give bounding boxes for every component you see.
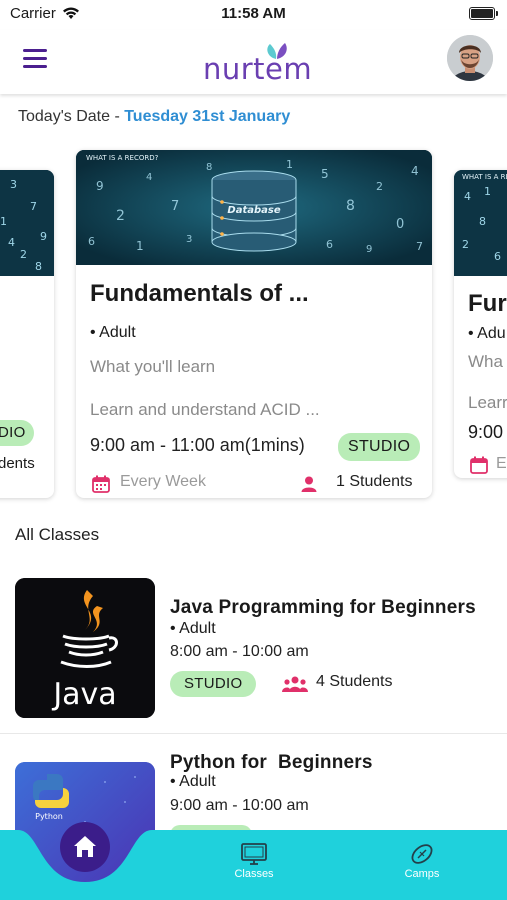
students-group-icon [282,676,308,692]
svg-text:7: 7 [171,199,179,214]
svg-text:8: 8 [479,215,486,228]
database-image: WHAT IS A RECORD? 482 6 1 [454,170,507,276]
svg-text:9: 9 [96,179,104,193]
class-frequency: E [496,455,507,472]
svg-text:5: 5 [321,167,329,181]
today-date: Today's Date - Tuesday 31st January [18,108,290,126]
class-frequency: Every Week [120,473,206,490]
logo-leaf-icon [267,43,287,59]
class-title: Java Programming for Beginners [170,597,476,618]
student-icon [301,476,317,492]
classes-monitor-icon [241,843,267,865]
class-level: • Adult [170,620,216,637]
tab-classes[interactable]: Classes [224,840,284,884]
students-count: 4 Students [316,673,393,690]
avatar-photo [447,35,493,81]
menu-button[interactable] [23,47,49,71]
class-type-chip: DIO [0,420,34,446]
svg-text:9: 9 [40,230,47,243]
card-footer: Every Week 1 Students [76,470,432,498]
svg-text:8: 8 [206,162,212,173]
learn-description: Learr [468,393,507,412]
image-badge: Database [227,205,280,216]
class-level: • Adult [90,324,136,341]
class-card-featured[interactable]: 9 2 6 4 7 1 3 5 8 2 0 6 9 4 1 7 8 WHAT IS A RECORD? [76,150,432,498]
clock: 11:58 AM [221,5,286,22]
profile-avatar[interactable] [447,35,493,81]
image-caption: WHAT IS A RECORD? [86,154,159,162]
app-header: nurtem [0,30,507,94]
svg-text:1: 1 [286,158,293,171]
database-image: 9 2 6 4 7 1 3 5 8 2 0 6 9 4 1 7 8 WHAT IS A RECORD? [76,150,432,265]
learn-heading: What you'll learn [90,357,216,376]
class-list-item[interactable]: Java Java Programming for Beginners • Ad… [0,570,507,734]
svg-text:3: 3 [10,178,17,191]
today-date-value: Tuesday 31st January [124,108,291,125]
class-time: 9:00 [468,422,504,442]
svg-text:2: 2 [462,238,469,251]
svg-text:1: 1 [0,215,7,228]
svg-text:6: 6 [494,250,501,263]
svg-text:6: 6 [88,235,95,248]
svg-text:2: 2 [116,208,125,224]
svg-text:7: 7 [416,240,423,253]
svg-text:6: 6 [326,238,333,251]
class-card-next[interactable]: WHAT IS A RECORD? 482 6 1 Fur • Adu Wha Le… [454,170,507,478]
class-time: 8:00 am - 10:00 am [170,643,309,660]
svg-text:2: 2 [376,180,383,193]
svg-text:4: 4 [464,190,471,203]
svg-text:8: 8 [35,260,42,273]
image-caption: WHAT IS A RECORD? [462,173,507,181]
menu-bar [23,57,47,60]
tab-classes-label: Classes [234,868,274,880]
status-bar: Carrier 11:58 AM [0,0,507,30]
students-count: 1 Students [336,473,413,490]
tab-home[interactable] [60,822,110,872]
football-icon [411,844,433,864]
java-logo-text: Java [51,677,116,712]
tab-camps[interactable]: Camps [392,840,452,884]
card-image: 37192584 [0,170,54,276]
card-image: 9 2 6 4 7 1 3 5 8 2 0 6 9 4 1 7 8 WHAT IS A RECORD? [76,150,432,265]
svg-text:4: 4 [411,164,419,178]
home-icon [74,836,96,857]
menu-bar [23,65,47,68]
class-level: • Adult [170,773,216,790]
svg-text:1: 1 [484,185,491,198]
class-title: Fur [468,290,507,317]
menu-bar [23,49,47,52]
tab-camps-label: Camps [404,868,440,880]
today-date-label: Today's Date - [18,108,125,125]
svg-text:9: 9 [366,244,372,255]
class-type-chip: STUDIO [338,433,421,461]
java-logo-icon: Java [15,578,155,718]
all-classes-heading: All Classes [15,525,100,544]
svg-text:3: 3 [186,234,192,245]
calendar-icon [92,475,110,493]
learn-description: Learn and understand ACID ... [90,400,320,419]
svg-text:2: 2 [20,248,27,261]
class-type-chip: STUDIO [170,671,257,697]
class-title: Fundamentals of ... [90,280,309,307]
card-image: WHAT IS A RECORD? 482 6 1 [454,170,507,276]
learn-heading: Wha [468,352,503,371]
nurtem-logo: nurtem [203,42,315,86]
class-level: • Adu [468,325,506,342]
calendar-icon [470,456,488,474]
battery-icon [469,7,498,20]
class-title: Python for Beginners [170,752,373,773]
svg-text:4: 4 [146,172,152,183]
class-time: 9:00 am - 11:00 am(1mins) [90,435,305,455]
svg-text:8: 8 [346,198,355,214]
class-card-previous[interactable]: 37192584 DIO dents [0,170,54,498]
class-thumbnail: Java [15,578,155,718]
students-count: dents [0,455,35,472]
svg-text:4: 4 [8,236,15,249]
database-image: 37192584 [0,170,54,276]
svg-text:1: 1 [136,239,144,253]
svg-text:7: 7 [30,200,37,213]
app-screen: Carrier 11:58 AM nurtem Today's Date - T… [0,0,507,900]
svg-text:0: 0 [396,217,404,232]
